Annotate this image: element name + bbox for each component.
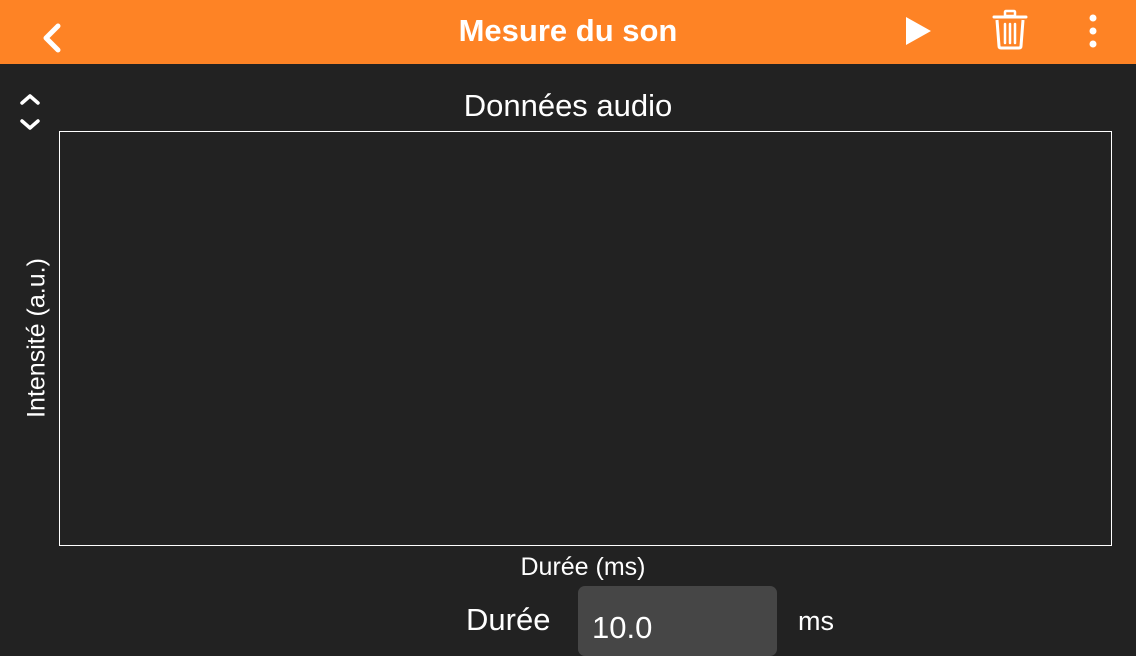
play-icon	[906, 17, 931, 45]
chevron-left-icon	[43, 23, 61, 53]
chart-x-axis-label: Durée (ms)	[520, 553, 646, 581]
play-button[interactable]	[898, 12, 938, 52]
duration-label: Durée	[466, 602, 551, 637]
more-vertical-icon	[1089, 14, 1097, 48]
trash-icon	[992, 9, 1028, 50]
page-title: Mesure du son	[458, 13, 678, 48]
chart-plot-area	[59, 131, 1112, 546]
delete-button[interactable]	[988, 8, 1032, 52]
top-app-bar: Mesure du son	[0, 0, 1136, 64]
chart-y-axis-label: Intensité (a.u.)	[22, 258, 51, 418]
duration-unit-label: ms	[798, 606, 834, 636]
more-options-button[interactable]	[1076, 12, 1112, 52]
back-button[interactable]	[34, 16, 74, 56]
chart-title: Données audio	[463, 88, 673, 123]
duration-input[interactable]	[578, 586, 777, 656]
chart-canvas	[60, 132, 1111, 545]
